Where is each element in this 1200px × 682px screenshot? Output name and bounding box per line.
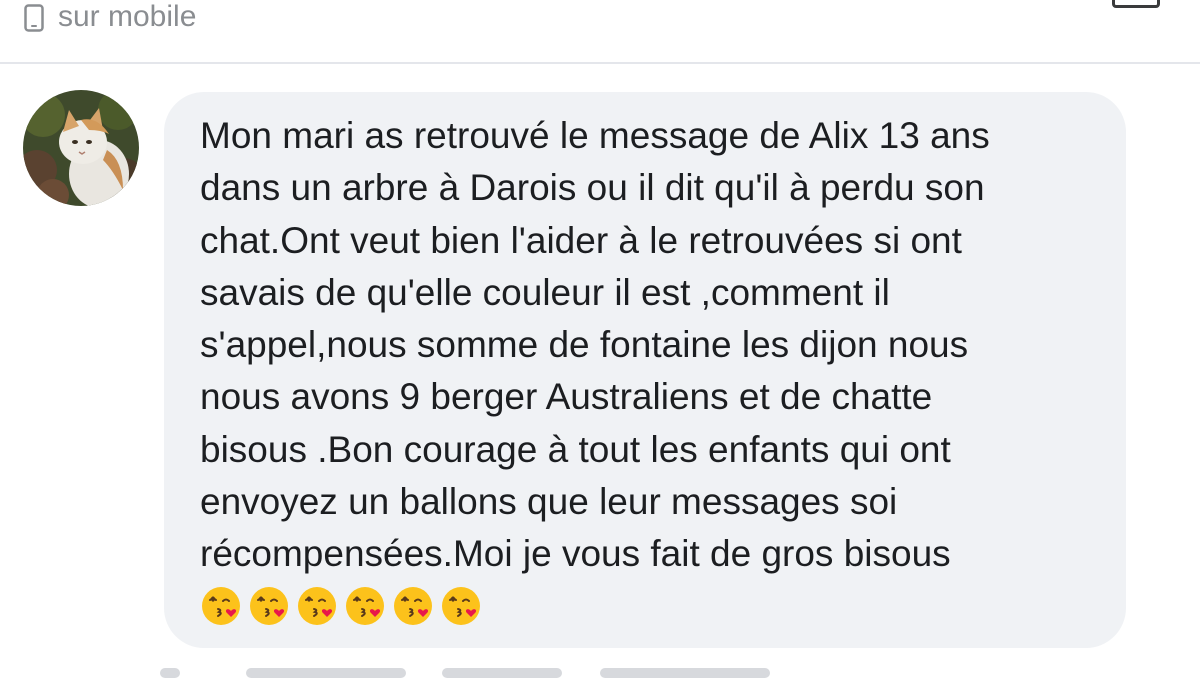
kissing-face-with-heart-icon: [346, 586, 384, 625]
emoji-row: [200, 585, 1096, 627]
kissing-face-with-heart-icon: [442, 586, 480, 625]
action-hint: [160, 668, 180, 678]
message-line: Mon mari as retrouvé le message de Alix …: [200, 115, 990, 156]
action-hint: [442, 668, 562, 678]
sent-from-mobile-label: sur mobile: [58, 0, 197, 33]
kissing-face-with-heart-icon: [250, 586, 288, 625]
message-line: s'appel,nous somme de fontaine les dijon…: [200, 324, 969, 366]
mobile-phone-icon: [24, 4, 44, 32]
message-line: récompensées.Moi je vous fait de gros bi…: [200, 533, 951, 575]
action-hint: [246, 668, 406, 678]
kissing-face-with-heart-icon: [394, 586, 432, 625]
divider: [0, 62, 1200, 64]
message-line: envoyez un ballons que leur messages soi: [200, 481, 898, 523]
kissing-face-with-heart-icon: [202, 586, 240, 625]
avatar[interactable]: [23, 90, 139, 206]
cat-avatar-image: [23, 90, 139, 206]
action-hint: [600, 668, 770, 678]
message-line: savais de qu'elle couleur il est ,commen…: [200, 271, 890, 313]
message-bubble[interactable]: Mon mari as retrouvé le message de Alix …: [164, 92, 1126, 648]
message-line: bisous .Bon courage à tout les enfants q…: [200, 428, 951, 470]
message-line: nous avons 9 berger Australiens et de ch…: [200, 376, 933, 418]
kissing-face-with-heart-icon: [298, 586, 336, 625]
options-icon[interactable]: [1112, 0, 1160, 8]
message-line: chat.Ont veut bien l'aider à le retrouvé…: [200, 219, 962, 261]
message-line: dans un arbre à Darois ou il dit qu'il à…: [200, 167, 985, 209]
message-actions: [160, 658, 800, 682]
message-header: sur mobile: [0, 0, 1200, 62]
